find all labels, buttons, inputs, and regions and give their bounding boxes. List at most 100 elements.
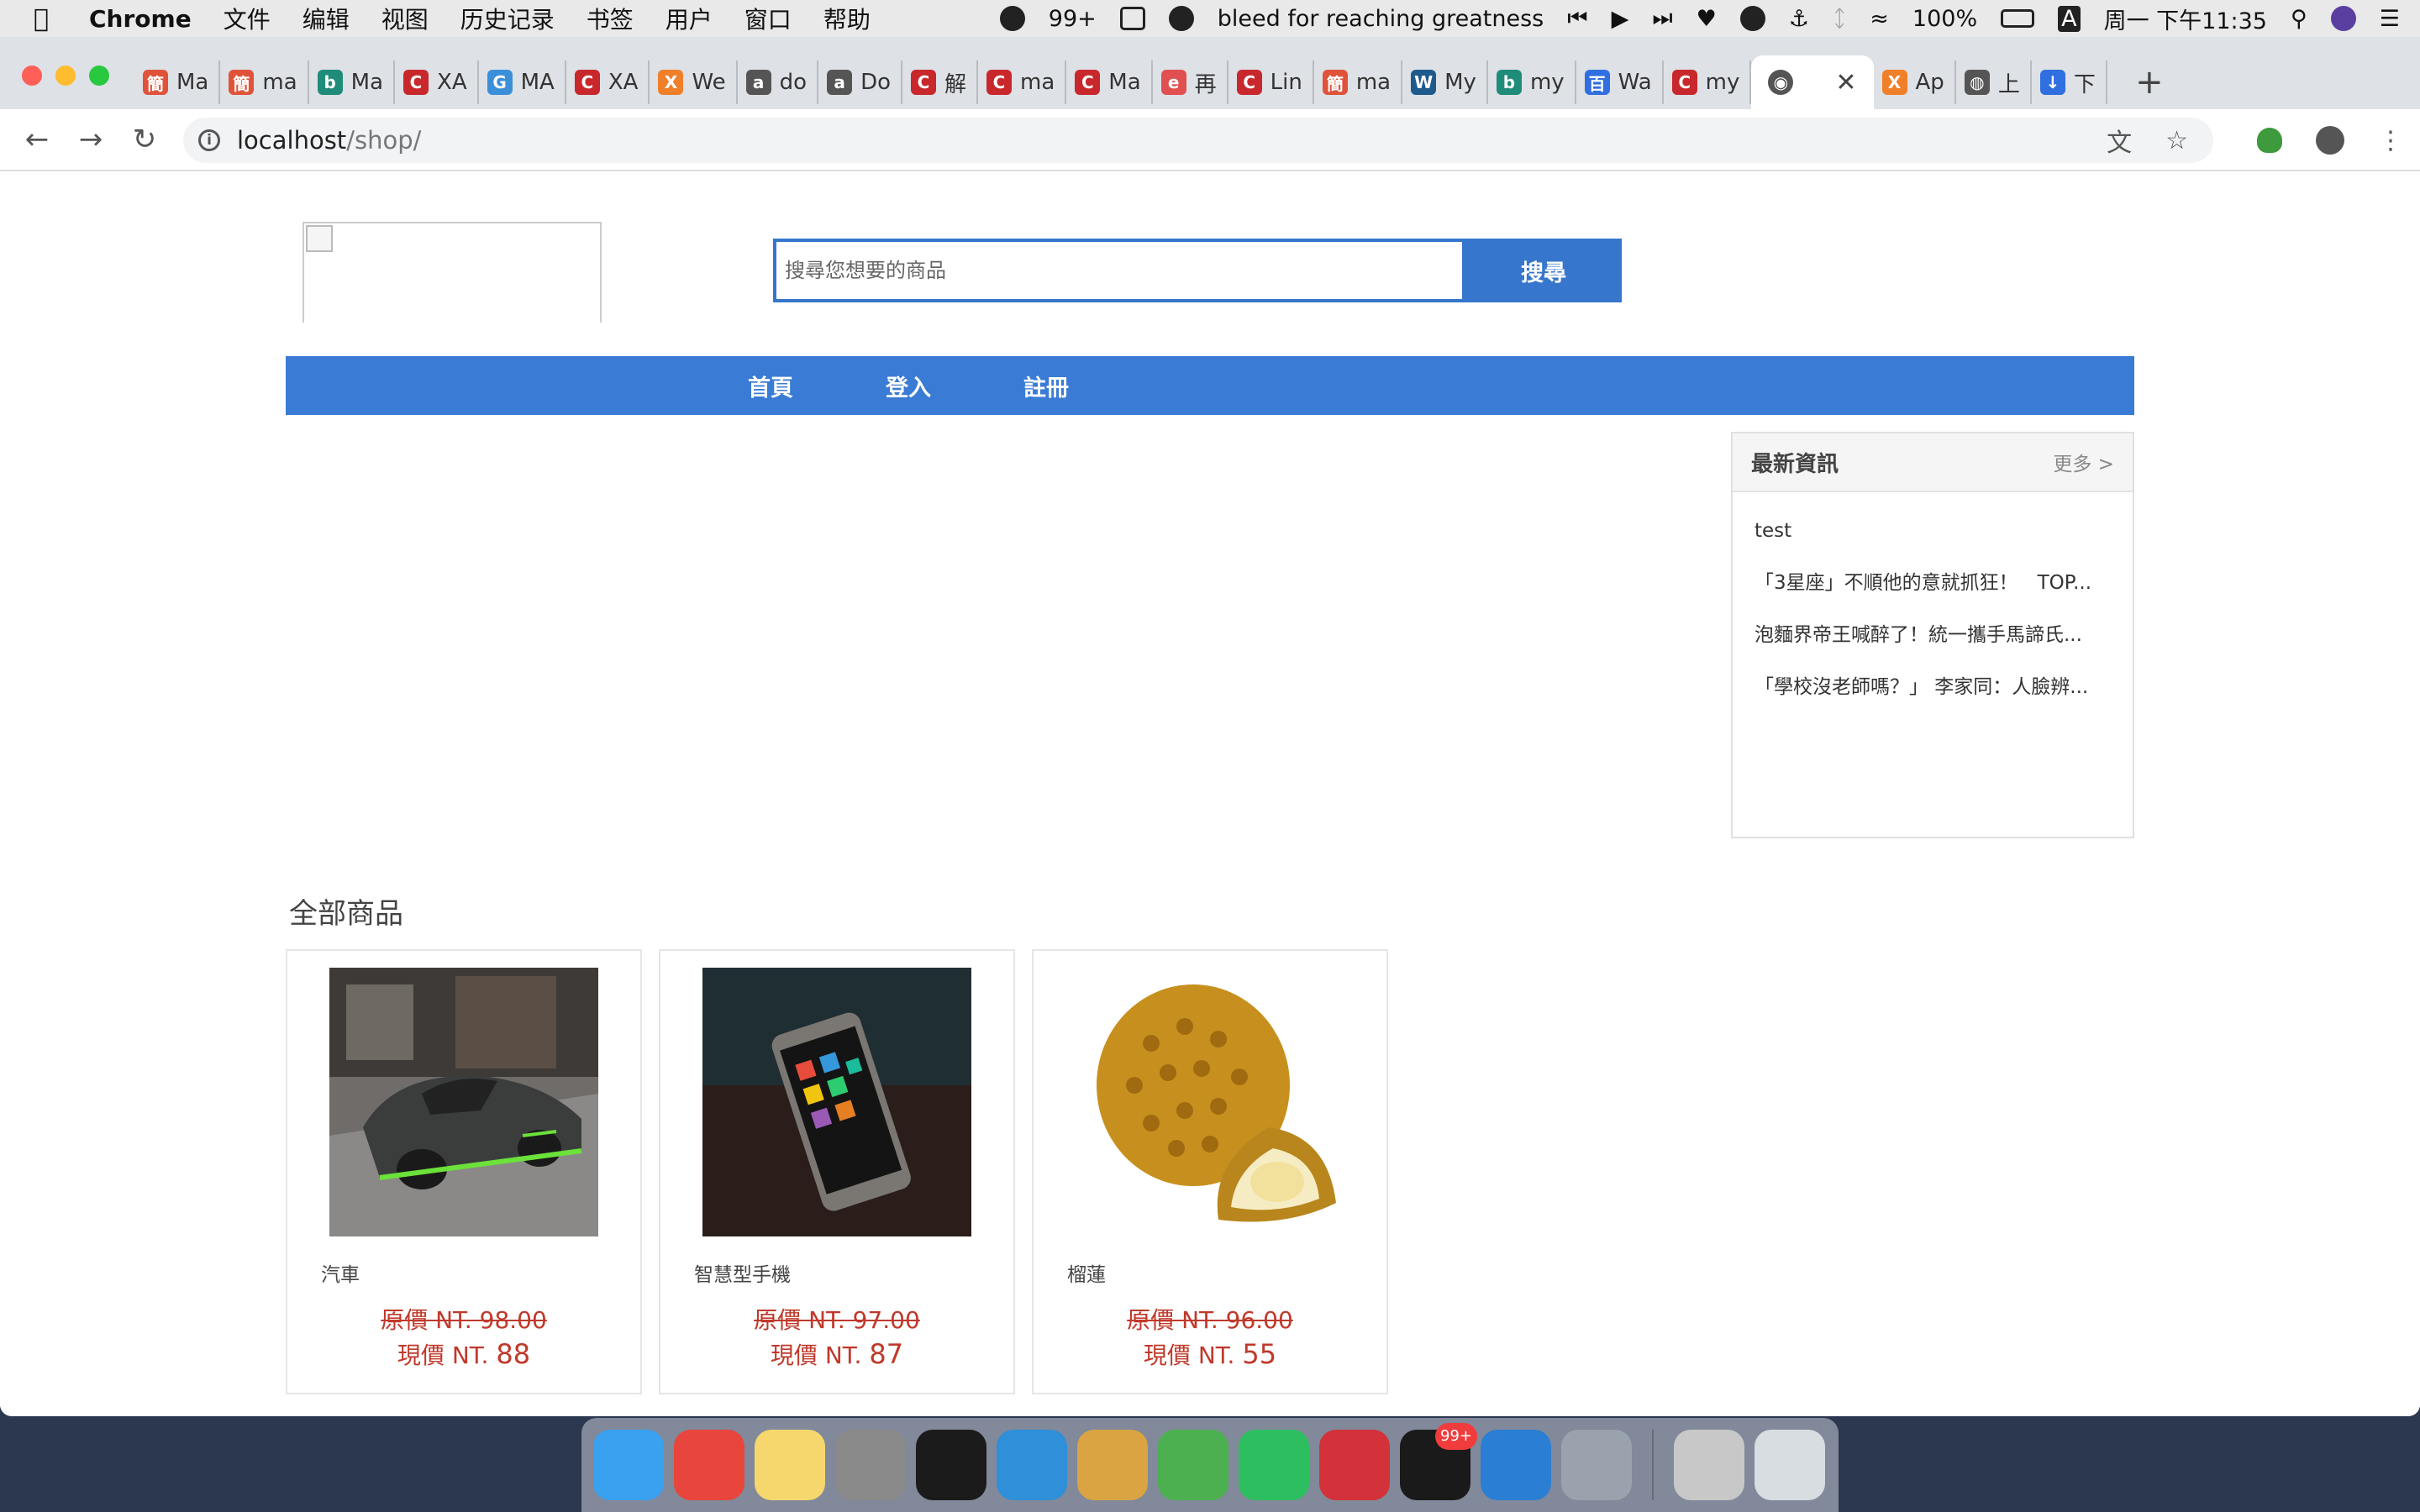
menu-user[interactable]: 用户 (666, 2, 713, 35)
shop-logo[interactable] (302, 222, 602, 323)
browser-tab[interactable]: 百 Wa (1576, 60, 1664, 104)
search-app-dock-icon[interactable] (997, 1430, 1067, 1500)
product-card[interactable]: 榴蓮 原價 NT. 96.00 現價 NT. 55 (1032, 949, 1388, 1394)
sequel-pro-dock-icon[interactable] (1077, 1430, 1148, 1500)
browser-tab[interactable]: X We (650, 60, 738, 104)
news-item[interactable]: test (1754, 506, 2111, 558)
browser-tab[interactable]: 簡 ma (220, 60, 309, 104)
browser-tab[interactable]: 簡 Ma (134, 60, 221, 104)
cloud-app-dock-icon[interactable] (1158, 1430, 1228, 1500)
bookmark-star-icon[interactable]: ☆ (2165, 126, 2188, 155)
browser-tab[interactable]: X Ap (1874, 60, 1956, 104)
browser-tab[interactable]: C Lin (1228, 60, 1314, 104)
system-preferences-dock-icon[interactable] (835, 1430, 906, 1500)
product-name[interactable]: 汽車 (321, 1258, 360, 1287)
forward-icon[interactable]: → (74, 123, 108, 156)
terminal-dock-icon[interactable] (916, 1430, 986, 1500)
active-tab[interactable]: ◉ ✕ (1751, 55, 1874, 109)
chrome-menu-icon[interactable]: ⋮ (2378, 126, 2403, 155)
profile-avatar-icon[interactable] (2316, 126, 2344, 155)
browser-tab[interactable]: 簡 ma (1314, 60, 1403, 104)
documents-dock-icon[interactable] (1674, 1430, 1744, 1500)
news-item[interactable]: 泡麵界帝王喊醉了！統一攜手馬諦氏... (1754, 610, 2111, 662)
nav-home[interactable]: 首頁 (748, 370, 793, 402)
menu-edit[interactable]: 编辑 (302, 2, 350, 35)
heart-icon[interactable]: ♥ (1697, 6, 1717, 32)
clock[interactable]: 周一 下午11:35 (2104, 3, 2267, 35)
news-item[interactable]: 「學校沒老師嗎？」 李家同：人臉辨... (1754, 662, 2111, 714)
back-icon[interactable]: ← (20, 123, 54, 156)
evernote-tray-icon[interactable] (1168, 6, 1194, 31)
product-card[interactable]: 智慧型手機 原價 NT. 97.00 現價 NT. 87 (659, 949, 1015, 1394)
site-info-icon[interactable]: i (198, 129, 220, 151)
menu-help[interactable]: 帮助 (823, 2, 871, 35)
browser-tab[interactable]: G MA (479, 60, 566, 104)
spotlight-icon[interactable]: ⚲ (2291, 6, 2307, 32)
vscode-dock-icon[interactable] (1481, 1430, 1551, 1500)
browser-tab[interactable]: C解 (902, 60, 979, 104)
browser-tab[interactable]: W My (1402, 60, 1488, 104)
disk-utility-dock-icon[interactable] (1561, 1430, 1632, 1500)
browser-tab[interactable]: C Ma (1066, 60, 1153, 104)
netease-tray-icon[interactable] (1739, 6, 1765, 31)
previous-track-icon[interactable]: ⏮ (1567, 5, 1587, 32)
browser-tab[interactable]: ◍ 上 (1956, 60, 2032, 104)
search-button[interactable]: 搜尋 (1465, 239, 1622, 302)
menu-history[interactable]: 历史记录 (460, 2, 555, 35)
address-bar[interactable]: i localhost/shop/ 文 ☆ (183, 118, 2213, 163)
browser-tab[interactable]: b my (1488, 60, 1576, 104)
news-item[interactable]: 「3星座」不順他的意就抓狂！ TOP... (1754, 558, 2111, 610)
browser-tab[interactable]: Cma (978, 60, 1067, 104)
browser-tab[interactable]: ↓ 下 (2032, 60, 2107, 104)
zoom-window-button[interactable] (89, 66, 109, 86)
product-image-phone[interactable] (702, 968, 971, 1236)
product-name[interactable]: 智慧型手機 (694, 1258, 791, 1287)
notification-center-icon[interactable]: ☰ (2380, 6, 2400, 32)
browser-tab[interactable]: e再 (1153, 60, 1228, 104)
qq-dock-icon[interactable]: 99+ (1400, 1423, 1477, 1500)
menu-file[interactable]: 文件 (224, 2, 271, 35)
product-card[interactable]: 汽車 原價 NT. 98.00 現價 NT. 88 (286, 949, 642, 1394)
translate-icon[interactable]: 文 (2107, 122, 2132, 159)
menu-window[interactable]: 窗口 (744, 2, 792, 35)
search-input[interactable] (773, 239, 1465, 302)
docker-icon[interactable]: ⚓ (1789, 6, 1809, 32)
bluetooth-icon[interactable]: ᛨ (1833, 6, 1846, 32)
url-text[interactable]: localhost/shop/ (237, 126, 421, 155)
evernote-extension-icon[interactable] (2257, 128, 2282, 153)
close-window-button[interactable] (22, 66, 42, 86)
chrome-dock-icon[interactable] (674, 1430, 744, 1500)
wifi-icon[interactable]: ≈ (1870, 6, 1889, 32)
input-method-indicator[interactable]: A (2058, 5, 2081, 32)
menu-view[interactable]: 视图 (381, 2, 429, 35)
siri-icon[interactable] (2330, 6, 2356, 31)
browser-tab[interactable]: Cmy (1664, 60, 1752, 104)
nav-login[interactable]: 登入 (886, 370, 931, 402)
news-more-link[interactable]: 更多 > (2053, 448, 2114, 476)
notes-dock-icon[interactable] (755, 1430, 825, 1500)
next-track-icon[interactable]: ⏭ (1652, 5, 1672, 32)
browser-tab[interactable]: a do (738, 60, 819, 104)
browser-tab[interactable]: C XA (566, 60, 650, 104)
trash-dock-icon[interactable] (1754, 1430, 1825, 1500)
new-tab-icon[interactable]: + (2124, 63, 2175, 102)
chat-tray-icon[interactable] (1119, 7, 1145, 30)
menu-bookmarks[interactable]: 书签 (587, 2, 634, 35)
product-image-durian[interactable] (1076, 968, 1344, 1236)
menu-app-name[interactable]: Chrome (89, 5, 192, 33)
battery-icon[interactable] (2001, 9, 2035, 28)
nav-register[interactable]: 註冊 (1023, 370, 1069, 402)
finder-dock-icon[interactable] (593, 1430, 664, 1500)
browser-tab[interactable]: a Do (818, 60, 902, 104)
evernote-dock-icon[interactable] (1239, 1430, 1309, 1500)
close-tab-icon[interactable]: ✕ (1835, 68, 1856, 97)
product-image-car[interactable] (329, 968, 598, 1236)
play-icon[interactable]: ▶ (1612, 6, 1629, 32)
minimize-window-button[interactable] (55, 66, 76, 86)
netease-music-dock-icon[interactable] (1319, 1430, 1390, 1500)
qq-tray-icon[interactable] (999, 6, 1025, 31)
browser-tab[interactable]: C XA (395, 60, 479, 104)
apple-menu-icon[interactable]:  (34, 4, 67, 34)
product-name[interactable]: 榴蓮 (1067, 1258, 1106, 1287)
now-playing-title[interactable]: bleed for reaching greatness (1218, 6, 1544, 32)
